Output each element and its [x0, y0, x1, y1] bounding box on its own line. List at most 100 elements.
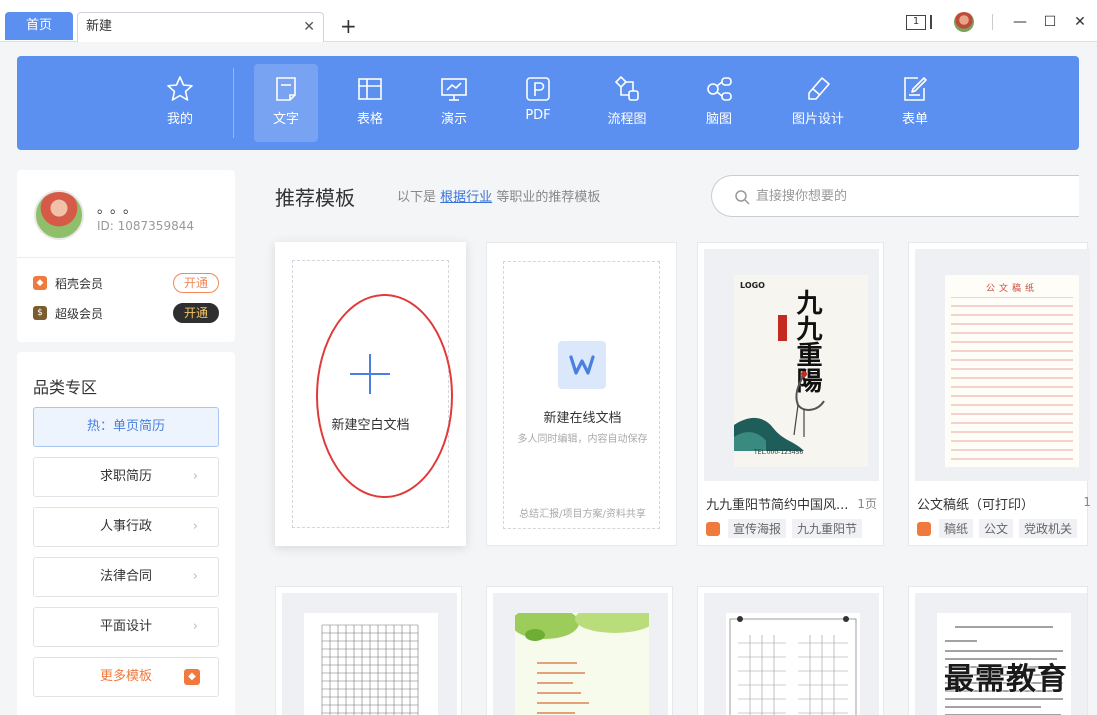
tab-home[interactable]: 首页: [5, 12, 73, 40]
online-document-title: 新建在线文档: [543, 411, 622, 426]
add-tab-button[interactable]: +: [340, 14, 357, 38]
table-icon: [358, 78, 382, 100]
divider: [233, 68, 234, 138]
category-item-graphic[interactable]: 平面设计 ›: [33, 607, 219, 647]
form-icon: [904, 77, 927, 101]
online-document-footer: 总结汇报/项目方案/资料共享: [519, 509, 646, 520]
maximize-icon[interactable]: ☐: [1037, 14, 1063, 30]
window-close-icon[interactable]: ✕: [1067, 14, 1093, 30]
writing-grid-icon: [726, 613, 860, 715]
tab-new[interactable]: 新建 ✕: [77, 12, 324, 42]
tag[interactable]: 公文: [979, 519, 1014, 538]
page-title: 推荐模板: [275, 186, 355, 210]
user-name: 。。。: [97, 201, 143, 217]
paper-heading: 公文稿纸: [985, 284, 1038, 294]
member-row-docer: ◆ 稻壳会员 开通: [33, 272, 219, 294]
industry-link[interactable]: 根据行业: [440, 190, 492, 205]
chevron-right-icon: ›: [192, 469, 198, 484]
tag[interactable]: 党政机关: [1019, 519, 1078, 538]
official-paper: 公文稿纸: [945, 275, 1079, 467]
star-icon: [167, 76, 193, 101]
tag[interactable]: 九九重阳节: [792, 519, 863, 538]
template-thumbnail: 公文稿纸: [915, 249, 1090, 481]
presentation-icon: [441, 78, 467, 101]
app-label: 表格: [356, 112, 383, 127]
close-icon[interactable]: ✕: [303, 13, 315, 41]
minimize-icon[interactable]: —: [1007, 14, 1033, 30]
ruled-lines-icon: [951, 297, 1073, 460]
app-presentation[interactable]: 演示: [422, 64, 486, 142]
divider: [992, 14, 993, 30]
titlebar-avatar[interactable]: [954, 12, 974, 32]
template-card[interactable]: [486, 586, 673, 715]
tag[interactable]: 宣传海报: [728, 519, 787, 538]
docer-icon: [706, 521, 720, 536]
app-label: 文字: [272, 112, 299, 127]
category-item-hot-resume[interactable]: 热：单页简历: [33, 407, 219, 447]
app-label: 表单: [901, 112, 928, 127]
docer-icon: [917, 521, 931, 536]
document-icon: [276, 77, 296, 101]
category-item-more[interactable]: 更多模板 ◆: [33, 657, 219, 697]
app-form[interactable]: 表单: [883, 64, 947, 142]
app-label: 流程图: [607, 112, 647, 127]
activate-docer-button[interactable]: 开通: [173, 273, 219, 293]
template-title: 公文稿纸（可打印）: [917, 498, 1035, 513]
subtitle-suffix: 等职业的推荐模板: [496, 190, 601, 205]
template-tags: 稿纸 公文 党政机关: [917, 519, 1083, 538]
app-label: 演示: [440, 112, 467, 127]
template-card[interactable]: [275, 586, 462, 715]
avatar[interactable]: [34, 190, 84, 240]
template-card[interactable]: [697, 586, 884, 715]
app-label: 我的: [166, 112, 193, 127]
search-box: [711, 175, 1079, 217]
member-name: 稻壳会员: [55, 276, 104, 291]
template-thumbnail: [493, 593, 668, 715]
title-bar: 首页 新建 ✕ + 1 — ☐ ✕: [0, 0, 1097, 42]
poster-tel: TEL.000-123456: [754, 449, 804, 456]
app-bar: 我的 文字 表格 演示 PDF 流程图 脑图 图片设计 表单: [17, 56, 1079, 150]
app-pdf[interactable]: PDF: [506, 64, 570, 142]
template-tags: 宣传海报 九九重阳节: [706, 519, 868, 538]
tab-new-label: 新建: [86, 19, 113, 34]
category-item-hr[interactable]: 人事行政 ›: [33, 507, 219, 547]
window-count-badge[interactable]: 1: [906, 14, 926, 30]
app-mine[interactable]: 我的: [148, 64, 212, 142]
search-icon: [735, 190, 750, 205]
app-label: PDF: [525, 108, 551, 123]
category-label: 热：单页简历: [86, 419, 165, 434]
user-card: 。。。 ID: 1087359844 ◆ 稻壳会员 开通 $ 超级会员 开通: [17, 170, 235, 342]
member-row-super: $ 超级会员 开通: [33, 302, 219, 324]
template-thumbnail: LOGO 九九重陽 TEL.000-123456: [704, 249, 879, 481]
highlight-circle: [316, 294, 453, 498]
page-subtitle: 以下是 根据行业 等职业的推荐模板: [397, 186, 600, 205]
app-label: 图片设计: [791, 112, 844, 127]
app-mindmap[interactable]: 脑图: [687, 64, 751, 142]
member-name: 超级会员: [55, 306, 104, 321]
pen-tool-icon: [808, 77, 830, 100]
app-flowchart[interactable]: 流程图: [595, 64, 659, 142]
dashed-border: [503, 261, 660, 529]
activate-super-button[interactable]: 开通: [173, 303, 219, 323]
template-card[interactable]: LOGO 九九重陽 TEL.000-123456 九九重阳节简约中国风... 1…: [697, 242, 884, 546]
online-document-subtitle: 多人同时编辑，内容自动保存: [517, 434, 648, 445]
green-leaf-document-icon: [515, 613, 649, 715]
template-title: 九九重阳节简约中国风...: [706, 498, 849, 513]
poster-logo: LOGO: [740, 281, 765, 290]
chevron-right-icon: ›: [192, 519, 198, 534]
app-writer[interactable]: 文字: [254, 64, 318, 142]
tag[interactable]: 稿纸: [939, 519, 974, 538]
category-item-resume[interactable]: 求职简历 ›: [33, 457, 219, 497]
search-input[interactable]: [756, 176, 1056, 216]
template-pages: 1页: [857, 497, 877, 511]
app-spreadsheet[interactable]: 表格: [338, 64, 402, 142]
new-online-document-card[interactable]: 新建在线文档 多人同时编辑，内容自动保存 总结汇报/项目方案/资料共享: [486, 242, 677, 546]
template-thumbnail: [282, 593, 457, 715]
app-image-design[interactable]: 图片设计: [785, 64, 851, 142]
subtitle-prefix: 以下是: [397, 190, 437, 205]
super-member-icon: $: [33, 306, 47, 320]
red-seal-icon: [778, 315, 787, 341]
category-item-legal[interactable]: 法律合同 ›: [33, 557, 219, 597]
category-label: 平面设计: [99, 619, 152, 634]
template-card[interactable]: 公文稿纸 公文稿纸（可打印） 1 稿纸 公文 党政机关: [908, 242, 1091, 546]
